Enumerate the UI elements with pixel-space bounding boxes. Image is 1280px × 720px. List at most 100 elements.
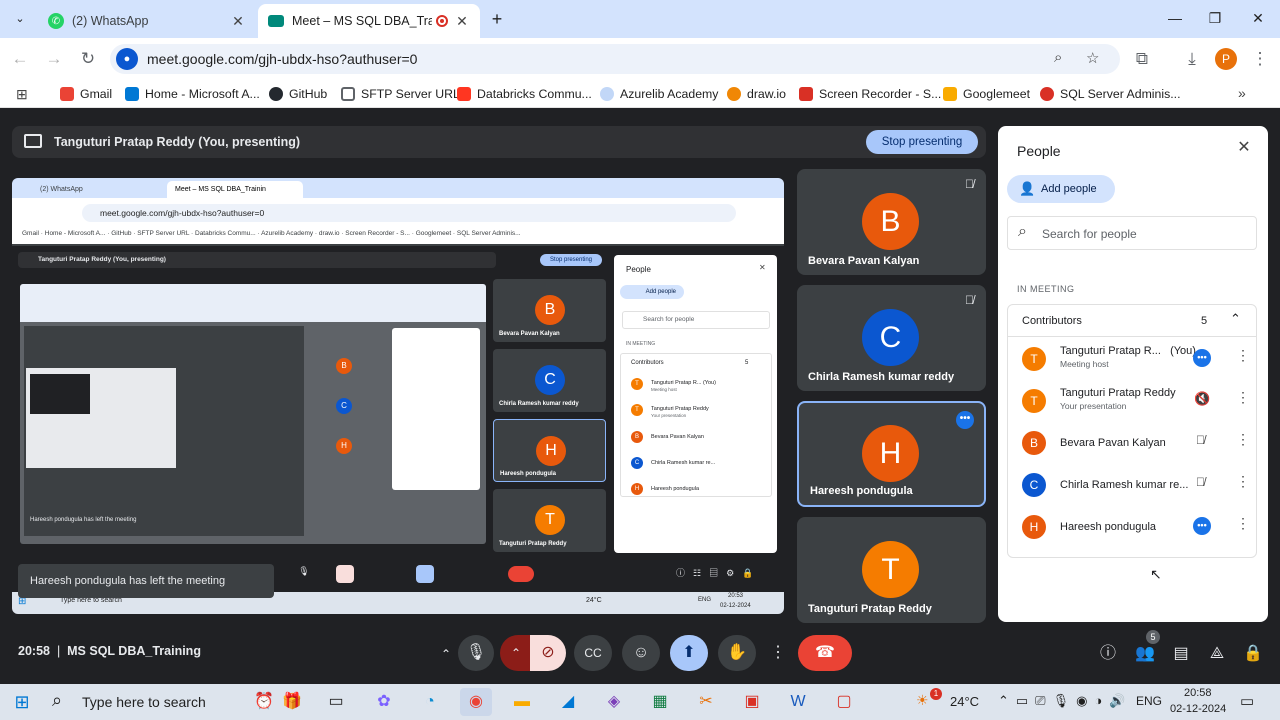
- bookmark-gmail[interactable]: Gmail: [60, 80, 112, 108]
- chat-icon[interactable]: ▤: [1167, 640, 1195, 668]
- close-panel-button[interactable]: ✕: [1234, 138, 1254, 158]
- visual-studio-icon[interactable]: ◈: [598, 688, 630, 716]
- host-controls-icon[interactable]: 🔒: [1239, 640, 1267, 668]
- activities-icon[interactable]: ⟁: [1203, 640, 1231, 668]
- nested-stop-button: Stop presenting: [540, 254, 602, 266]
- nested-row: Tanguturi Pratap Reddy: [651, 406, 709, 412]
- clock-time[interactable]: 20:58: [1184, 687, 1212, 699]
- bookmark-drawio[interactable]: draw.io: [727, 80, 786, 108]
- tile-hareesh[interactable]: ••• H Hareesh pondugula: [797, 401, 986, 507]
- participant-row[interactable]: C Chirla Ramesh kumar re... 🎙̸ ⋮: [1016, 467, 1266, 509]
- back-button[interactable]: ←: [8, 47, 32, 71]
- site-info-icon[interactable]: ●: [116, 48, 138, 70]
- excel-icon[interactable]: ▦: [644, 688, 676, 716]
- stop-presenting-button[interactable]: Stop presenting: [866, 130, 978, 154]
- snipping-tool-icon[interactable]: ✂: [690, 688, 722, 716]
- tab-meet[interactable]: Meet – MS SQL DBA_Training ✕: [258, 4, 480, 38]
- bookmark-googlemeet[interactable]: Googlemeet: [943, 80, 1030, 108]
- more-options-icon[interactable]: ⋮: [1236, 431, 1250, 448]
- edge-icon[interactable]: ◔: [414, 688, 446, 716]
- new-tab-button[interactable]: +: [486, 8, 508, 30]
- remote-desktop-icon[interactable]: ▢: [828, 688, 860, 716]
- copilot-icon[interactable]: ✿: [368, 688, 400, 716]
- participant-name: Chirla Ramesh kumar re...: [1060, 479, 1189, 491]
- video-options-chevron[interactable]: ⌃: [500, 635, 532, 671]
- word-icon[interactable]: W: [782, 688, 814, 716]
- avatar-initial: T: [1030, 352, 1038, 366]
- weather-widget[interactable]: ☀ 1 24°C: [916, 684, 986, 720]
- add-people-button[interactable]: 👤 Add people: [1007, 175, 1115, 203]
- raise-hand-button[interactable]: ✋: [718, 635, 756, 671]
- bookmark-azurelib[interactable]: Azurelib Academy: [600, 80, 718, 108]
- tray-icons[interactable]: ⌃▭⎚🎙◉◑🔊: [998, 693, 1132, 709]
- file-explorer-icon[interactable]: ▬: [506, 688, 538, 716]
- profile-avatar[interactable]: P: [1215, 48, 1237, 70]
- nested-add-people: Add people: [620, 285, 684, 299]
- chrome-icon[interactable]: ◉: [460, 688, 492, 716]
- bookmark-github[interactable]: GitHub: [269, 80, 327, 108]
- task-view-icon[interactable]: ▭: [320, 688, 352, 716]
- tile-chirla[interactable]: 🎙̸ C Chirla Ramesh kumar reddy: [797, 285, 986, 391]
- tile-bevara[interactable]: 🎙̸ B Bevara Pavan Kalyan: [797, 169, 986, 275]
- close-window-button[interactable]: ✕: [1236, 4, 1280, 32]
- minimize-button[interactable]: —: [1153, 4, 1197, 32]
- profile-initial: P: [1221, 52, 1230, 66]
- leave-call-button[interactable]: ☎: [798, 635, 852, 671]
- more-options-icon[interactable]: ⋮: [1236, 347, 1250, 364]
- clock-date[interactable]: 02-12-2024: [1170, 703, 1226, 715]
- chevron-up-icon: ⌃: [1230, 311, 1241, 326]
- menu-icon[interactable]: ⋮: [1248, 47, 1272, 71]
- bookmark-databricks[interactable]: Databricks Commu...: [457, 80, 592, 108]
- zoom-icon[interactable]: ⌕: [1054, 49, 1062, 66]
- people-icon[interactable]: 👥: [1131, 640, 1159, 668]
- more-options-button[interactable]: ⋮: [764, 635, 792, 671]
- more-options-icon[interactable]: ⋮: [1236, 473, 1250, 490]
- bookmark-star-icon[interactable]: ☆: [1086, 49, 1099, 67]
- extensions-icon[interactable]: ⧉: [1130, 47, 1154, 71]
- audio-options-chevron-icon[interactable]: ⌃: [434, 642, 458, 666]
- contributors-header[interactable]: Contributors 5 ⌃: [1008, 305, 1256, 337]
- bookmark-home-microsoft[interactable]: Home - Microsoft A...: [125, 80, 260, 108]
- gift-app-icon[interactable]: 🎁: [276, 688, 308, 716]
- more-options-icon[interactable]: ⋮: [1236, 515, 1250, 532]
- more-bookmarks-icon[interactable]: »: [1238, 85, 1246, 101]
- bookmark-screen-recorder[interactable]: Screen Recorder - S...: [799, 80, 941, 108]
- meeting-details-icon[interactable]: ⓘ: [1094, 640, 1122, 668]
- restore-button[interactable]: ❐: [1193, 4, 1237, 32]
- tile-tanguturi[interactable]: T Tanguturi Pratap Reddy: [797, 517, 986, 623]
- app-icon[interactable]: ▣: [736, 688, 768, 716]
- bookmark-sql-server[interactable]: SQL Server Adminis...: [1040, 80, 1181, 108]
- participant-row[interactable]: T Tanguturi Pratap Reddy Your presentati…: [1016, 383, 1266, 425]
- notification-center-icon[interactable]: ▭: [1240, 692, 1254, 710]
- camera-off-button[interactable]: ⊘: [530, 635, 566, 671]
- present-screen-button[interactable]: ⬆: [670, 635, 708, 671]
- azure-data-studio-icon[interactable]: ◢: [552, 688, 584, 716]
- start-button[interactable]: ⊞: [6, 688, 38, 716]
- close-icon[interactable]: ✕: [454, 13, 470, 30]
- tab-search-button[interactable]: ⌄: [10, 9, 30, 29]
- tab-whatsapp[interactable]: ✆ (2) WhatsApp ✕: [38, 4, 256, 38]
- taskbar-search[interactable]: ⌕ Type here to search: [44, 684, 244, 720]
- forward-button[interactable]: →: [42, 47, 66, 71]
- url-text[interactable]: meet.google.com/gjh-ubdx-hso?authuser=0: [147, 44, 417, 74]
- recorder-icon: [799, 87, 813, 101]
- participant-row[interactable]: B Bevara Pavan Kalyan 🎙̸ ⋮: [1016, 425, 1266, 467]
- language-indicator[interactable]: ENG: [1136, 694, 1162, 708]
- downloads-icon[interactable]: ⤓: [1180, 47, 1204, 71]
- bookmark-sftp[interactable]: SFTP Server URL: [341, 80, 460, 108]
- participant-name: Tanguturi Pratap Reddy: [1060, 387, 1176, 399]
- participant-row[interactable]: H Hareesh pondugula ••• ⋮: [1016, 509, 1266, 551]
- more-options-icon[interactable]: ⋮: [1236, 389, 1250, 406]
- reload-button[interactable]: ↻: [76, 47, 100, 71]
- microphone-button[interactable]: 🎙: [458, 635, 494, 671]
- nested-tab-whatsapp: (2) WhatsApp: [40, 186, 83, 193]
- emoji-button[interactable]: ☺: [622, 635, 660, 671]
- close-icon[interactable]: ✕: [230, 13, 246, 30]
- address-bar[interactable]: ● meet.google.com/gjh-ubdx-hso?authuser=…: [110, 44, 1120, 74]
- avatar: C: [535, 365, 565, 395]
- apps-icon[interactable]: ⊞: [16, 86, 32, 102]
- search-people-field[interactable]: ⌕ Search for people: [1007, 216, 1257, 250]
- participant-row[interactable]: T Tanguturi Pratap R... (You) Meeting ho…: [1016, 341, 1266, 383]
- nested-omnibox: meet.google.com/gjh-ubdx-hso?authuser=0: [82, 204, 736, 222]
- captions-button[interactable]: CC: [574, 635, 612, 671]
